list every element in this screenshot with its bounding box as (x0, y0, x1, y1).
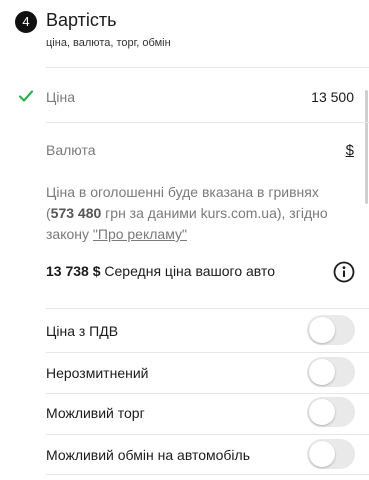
info-icon[interactable] (333, 261, 355, 283)
bargain-toggle[interactable] (307, 397, 355, 427)
currency-label: Валюта (46, 142, 96, 158)
price-label: Ціна (46, 89, 75, 105)
price-input[interactable]: 13 500 (311, 89, 354, 105)
divider (46, 393, 369, 394)
note-line3-prefix: закону (46, 226, 93, 242)
average-amount: 13 738 $ (46, 263, 101, 279)
toggle-knob (309, 399, 335, 425)
average-text: Середня ціна вашого авто (100, 263, 275, 279)
vat-label: Ціна з ПДВ (46, 323, 119, 339)
currency-select[interactable]: $ (346, 142, 354, 159)
note-line1: Ціна в оголошенні буде вказана в гривнях (46, 184, 319, 200)
check-icon (18, 90, 34, 102)
step-number-badge: 4 (15, 11, 37, 33)
average-price: 13 738 $ Середня ціна вашого авто (46, 263, 275, 279)
car-exchange-toggle[interactable] (307, 439, 355, 469)
not-cleared-label: Нерозмитнений (46, 365, 149, 381)
scrollbar[interactable] (365, 90, 368, 204)
vat-toggle[interactable] (307, 315, 355, 345)
law-link[interactable]: "Про рекламу" (93, 226, 187, 242)
divider (46, 308, 369, 309)
car-exchange-label: Можливий обмін на автомобіль (46, 447, 250, 463)
note-amount: 573 480 (50, 205, 102, 221)
section-subtitle: ціна, валюта, торг, обмін (46, 37, 171, 49)
toggle-knob (309, 441, 335, 467)
not-cleared-toggle[interactable] (307, 357, 355, 387)
section-title: Вартість (46, 10, 117, 30)
bargain-label: Можливий торг (46, 405, 145, 421)
divider (46, 352, 369, 353)
divider (46, 474, 369, 475)
toggle-knob (309, 359, 335, 385)
divider (46, 67, 369, 68)
divider (46, 434, 369, 435)
divider (46, 122, 369, 123)
toggle-knob (309, 317, 335, 343)
note-line2: грн за даними kurs.com.ua), згідно (101, 205, 328, 221)
price-conversion-note: Ціна в оголошенні буде вказана в гривнях… (46, 182, 360, 245)
